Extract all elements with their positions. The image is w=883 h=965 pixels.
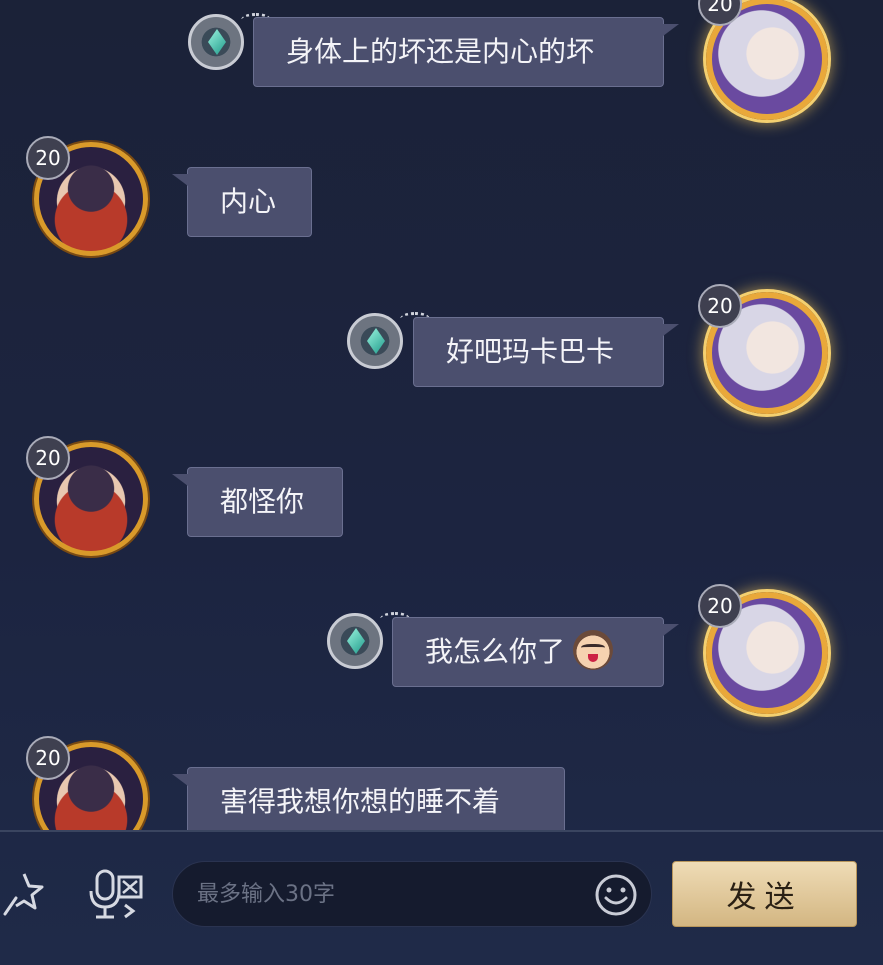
voice-to-text-icon[interactable]: [86, 864, 146, 924]
message-text: 都怪你: [220, 485, 305, 518]
level-badge: 20: [26, 736, 70, 780]
chat-bubble[interactable]: 都怪你: [172, 467, 343, 537]
chat-bubble[interactable]: 我怎么你了: [392, 617, 679, 687]
chat-bubble[interactable]: 身体上的坏还是内心的坏: [253, 17, 679, 87]
rank-badge-icon: [347, 312, 430, 369]
quick-message-icon[interactable]: [0, 866, 52, 922]
chat-bubble[interactable]: 好吧玛卡巴卡: [413, 317, 679, 387]
chat-message-list[interactable]: 身体上的坏还是内心的坏 20 20 内心 好吧玛卡巴卡 20 20 都怪你 我怎…: [0, 0, 883, 830]
chat-input[interactable]: [197, 862, 597, 926]
chat-input-box: [172, 861, 652, 927]
level-badge: 20: [26, 136, 70, 180]
level-badge: 20: [26, 436, 70, 480]
emoji-icon[interactable]: [593, 872, 639, 918]
send-button[interactable]: 发送: [672, 861, 857, 927]
input-toolbar: 发送: [0, 832, 883, 965]
message-text: 身体上的坏还是内心的坏: [286, 35, 595, 68]
message-text: 我怎么你了: [425, 635, 566, 668]
message-text: 内心: [220, 185, 277, 218]
rank-badge-icon: [188, 13, 271, 70]
message-text: 害得我想你想的睡不着: [220, 785, 501, 818]
crying-face-sticker-icon: [573, 630, 614, 670]
chat-bubble[interactable]: 害得我想你想的睡不着: [172, 767, 565, 830]
message-text: 好吧玛卡巴卡: [446, 335, 615, 368]
level-badge: 20: [698, 584, 742, 628]
rank-badge-icon: [327, 612, 410, 669]
chat-bubble[interactable]: 内心: [172, 167, 312, 237]
level-badge: 20: [698, 284, 742, 328]
